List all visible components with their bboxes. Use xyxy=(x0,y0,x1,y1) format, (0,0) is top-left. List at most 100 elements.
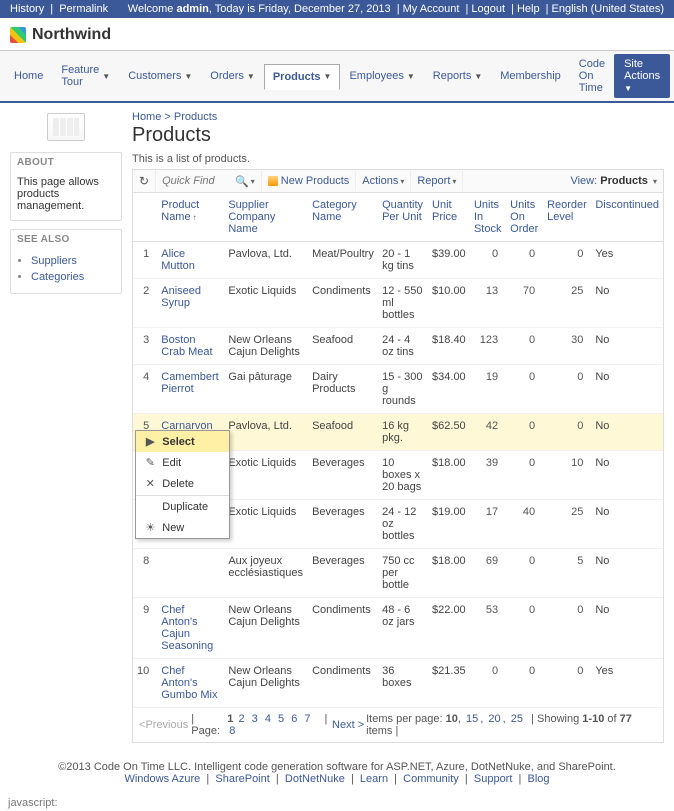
ipp-20[interactable]: 20 xyxy=(488,713,500,725)
page-6[interactable]: 6 xyxy=(291,713,297,725)
table-row[interactable]: 5Carnarvon Tigers▾▶Select✎Edit✕DeleteDup… xyxy=(133,414,663,451)
nav-membership[interactable]: Membership xyxy=(491,63,570,89)
ipp-15[interactable]: 15 xyxy=(466,713,478,725)
footer: ©2013 Code On Time LLC. Intelligent code… xyxy=(0,751,674,795)
nav-reports[interactable]: Reports▼ xyxy=(424,63,491,89)
col-discontinued[interactable]: Discontinued xyxy=(591,193,663,242)
nav-orders[interactable]: Orders▼ xyxy=(201,63,264,89)
list-description: This is a list of products. xyxy=(132,153,664,165)
grid-toolbar: ↻ 🔍 ▾ New Products Actions▾ Report▾ View… xyxy=(133,170,663,193)
nav-products[interactable]: Products▼ xyxy=(264,64,341,90)
see-also-suppliers[interactable]: Suppliers xyxy=(31,253,115,269)
footer-windows-azure[interactable]: Windows Azure xyxy=(124,773,200,785)
col-category-name[interactable]: Category Name xyxy=(308,193,378,242)
view-selector[interactable]: View: Products ▾ xyxy=(564,171,663,191)
history-link[interactable]: History xyxy=(10,3,44,15)
lang-link[interactable]: English (United States) xyxy=(552,3,665,15)
breadcrumb-current: Products xyxy=(174,111,217,123)
ctx-duplicate[interactable]: Duplicate xyxy=(136,497,229,517)
app-header: Northwind xyxy=(0,18,674,50)
search-dropdown-icon[interactable]: ▾ xyxy=(251,177,255,186)
nav-code-on-time[interactable]: Code On Time xyxy=(570,51,614,101)
app-title: Northwind xyxy=(32,26,111,44)
table-row[interactable]: 2Aniseed SyrupExotic LiquidsCondiments12… xyxy=(133,279,663,328)
products-grid: ↻ 🔍 ▾ New Products Actions▾ Report▾ View… xyxy=(132,169,664,743)
refresh-button[interactable]: ↻ xyxy=(133,170,156,192)
table-row[interactable]: 9Chef Anton's Cajun SeasoningNew Orleans… xyxy=(133,598,663,659)
col-units-on-order[interactable]: Units On Order xyxy=(506,193,543,242)
new-products-button[interactable]: New Products xyxy=(262,171,356,191)
quick-find-input[interactable] xyxy=(162,175,232,187)
footer-learn[interactable]: Learn xyxy=(360,773,388,785)
grid-module-icon xyxy=(47,113,85,141)
table-row[interactable]: 4Camembert PierrotGai pâturageDairy Prod… xyxy=(133,365,663,414)
page-3[interactable]: 3 xyxy=(252,713,258,725)
delete-icon: ✕ xyxy=(142,477,158,490)
product-link[interactable]: Alice Mutton xyxy=(161,248,195,272)
col-product-name[interactable]: Product Name↑ xyxy=(157,193,224,242)
paginator: <Previous | Page: 1 2 3 4 5 6 7 8 | Next… xyxy=(133,708,663,742)
page-5[interactable]: 5 xyxy=(278,713,284,725)
status-bar: javascript: xyxy=(0,795,674,811)
col-reorder-level[interactable]: Reorder Level xyxy=(543,193,591,242)
col-quantity-per-unit[interactable]: Quantity Per Unit xyxy=(378,193,428,242)
footer-community[interactable]: Community xyxy=(403,773,459,785)
row-context-menu: ▶Select✎Edit✕Delete Duplicate☀New xyxy=(135,430,230,539)
permalink-link[interactable]: Permalink xyxy=(59,3,108,15)
footer-blog[interactable]: Blog xyxy=(528,773,550,785)
edit-icon: ✎ xyxy=(142,456,158,469)
ctx-delete[interactable]: ✕Delete xyxy=(136,473,229,494)
app-logo-icon xyxy=(10,27,26,43)
ctx-new[interactable]: ☀New xyxy=(136,517,229,538)
product-link[interactable]: Camembert Pierrot xyxy=(161,371,218,395)
quick-find[interactable]: 🔍 ▾ xyxy=(156,171,262,192)
page-4[interactable]: 4 xyxy=(265,713,271,725)
page-8[interactable]: 8 xyxy=(229,725,235,737)
see-also-heading: SEE ALSO xyxy=(11,230,121,249)
page-title: Products xyxy=(132,124,664,147)
nav-home[interactable]: Home xyxy=(5,63,52,89)
ctx-edit[interactable]: ✎Edit xyxy=(136,452,229,473)
col-unit-price[interactable]: Unit Price xyxy=(428,193,470,242)
search-icon[interactable]: 🔍 xyxy=(235,175,249,188)
table-row[interactable]: 8Aux joyeux ecclésiastiquesBeverages750 … xyxy=(133,549,663,598)
footer-sharepoint[interactable]: SharePoint xyxy=(215,773,269,785)
topbar: History | Permalink Welcome admin, Today… xyxy=(0,0,674,18)
logout-link[interactable]: Logout xyxy=(471,3,505,15)
product-link[interactable]: Boston Crab Meat xyxy=(161,334,212,358)
footer-support[interactable]: Support xyxy=(474,773,513,785)
ctx-select[interactable]: ▶Select xyxy=(136,431,229,452)
nav-customers[interactable]: Customers▼ xyxy=(119,63,201,89)
nav-employees[interactable]: Employees▼ xyxy=(340,63,423,89)
see-also-categories[interactable]: Categories xyxy=(31,269,115,285)
col-units-in-stock[interactable]: Units In Stock xyxy=(470,193,506,242)
product-link[interactable]: Chef Anton's Gumbo Mix xyxy=(161,665,217,701)
report-menu[interactable]: Report▾ xyxy=(411,171,463,191)
breadcrumb: Home > Products xyxy=(132,111,664,124)
about-text: This page allows products management. xyxy=(11,172,121,220)
table-row[interactable]: 1Alice MuttonPavlova, Ltd.Meat/Poultry20… xyxy=(133,242,663,279)
page-7[interactable]: 7 xyxy=(304,713,310,725)
page-2[interactable]: 2 xyxy=(238,713,244,725)
see-also-box: SEE ALSO SuppliersCategories xyxy=(10,229,122,294)
product-link[interactable]: Chef Anton's Cajun Seasoning xyxy=(161,604,213,652)
table-row[interactable]: 3Boston Crab MeatNew Orleans Cajun Delig… xyxy=(133,328,663,365)
breadcrumb-home[interactable]: Home xyxy=(132,111,161,123)
main-nav: HomeFeature Tour▼Customers▼Orders▼Produc… xyxy=(0,50,674,103)
site-actions-button[interactable]: Site Actions ▼ xyxy=(614,54,670,98)
next-page[interactable]: Next > xyxy=(332,719,364,731)
welcome-date: , Today is Friday, December 27, 2013 xyxy=(209,3,391,15)
copyright: ©2013 Code On Time LLC. Intelligent code… xyxy=(10,761,664,773)
prev-page[interactable]: <Previous xyxy=(139,719,188,731)
product-link[interactable]: Aniseed Syrup xyxy=(161,285,201,309)
sidebar: ABOUT This page allows products manageme… xyxy=(10,111,122,743)
col-supplier-company-name[interactable]: Supplier Company Name xyxy=(224,193,308,242)
actions-menu[interactable]: Actions▾ xyxy=(356,171,411,191)
ipp-25[interactable]: 25 xyxy=(511,713,523,725)
nav-feature-tour[interactable]: Feature Tour▼ xyxy=(52,57,119,95)
welcome-text: Welcome xyxy=(128,3,177,15)
footer-dotnetnuke[interactable]: DotNetNuke xyxy=(285,773,345,785)
table-row[interactable]: 10Chef Anton's Gumbo MixNew Orleans Caju… xyxy=(133,659,663,708)
my-account-link[interactable]: My Account xyxy=(403,3,460,15)
help-link[interactable]: Help xyxy=(517,3,540,15)
